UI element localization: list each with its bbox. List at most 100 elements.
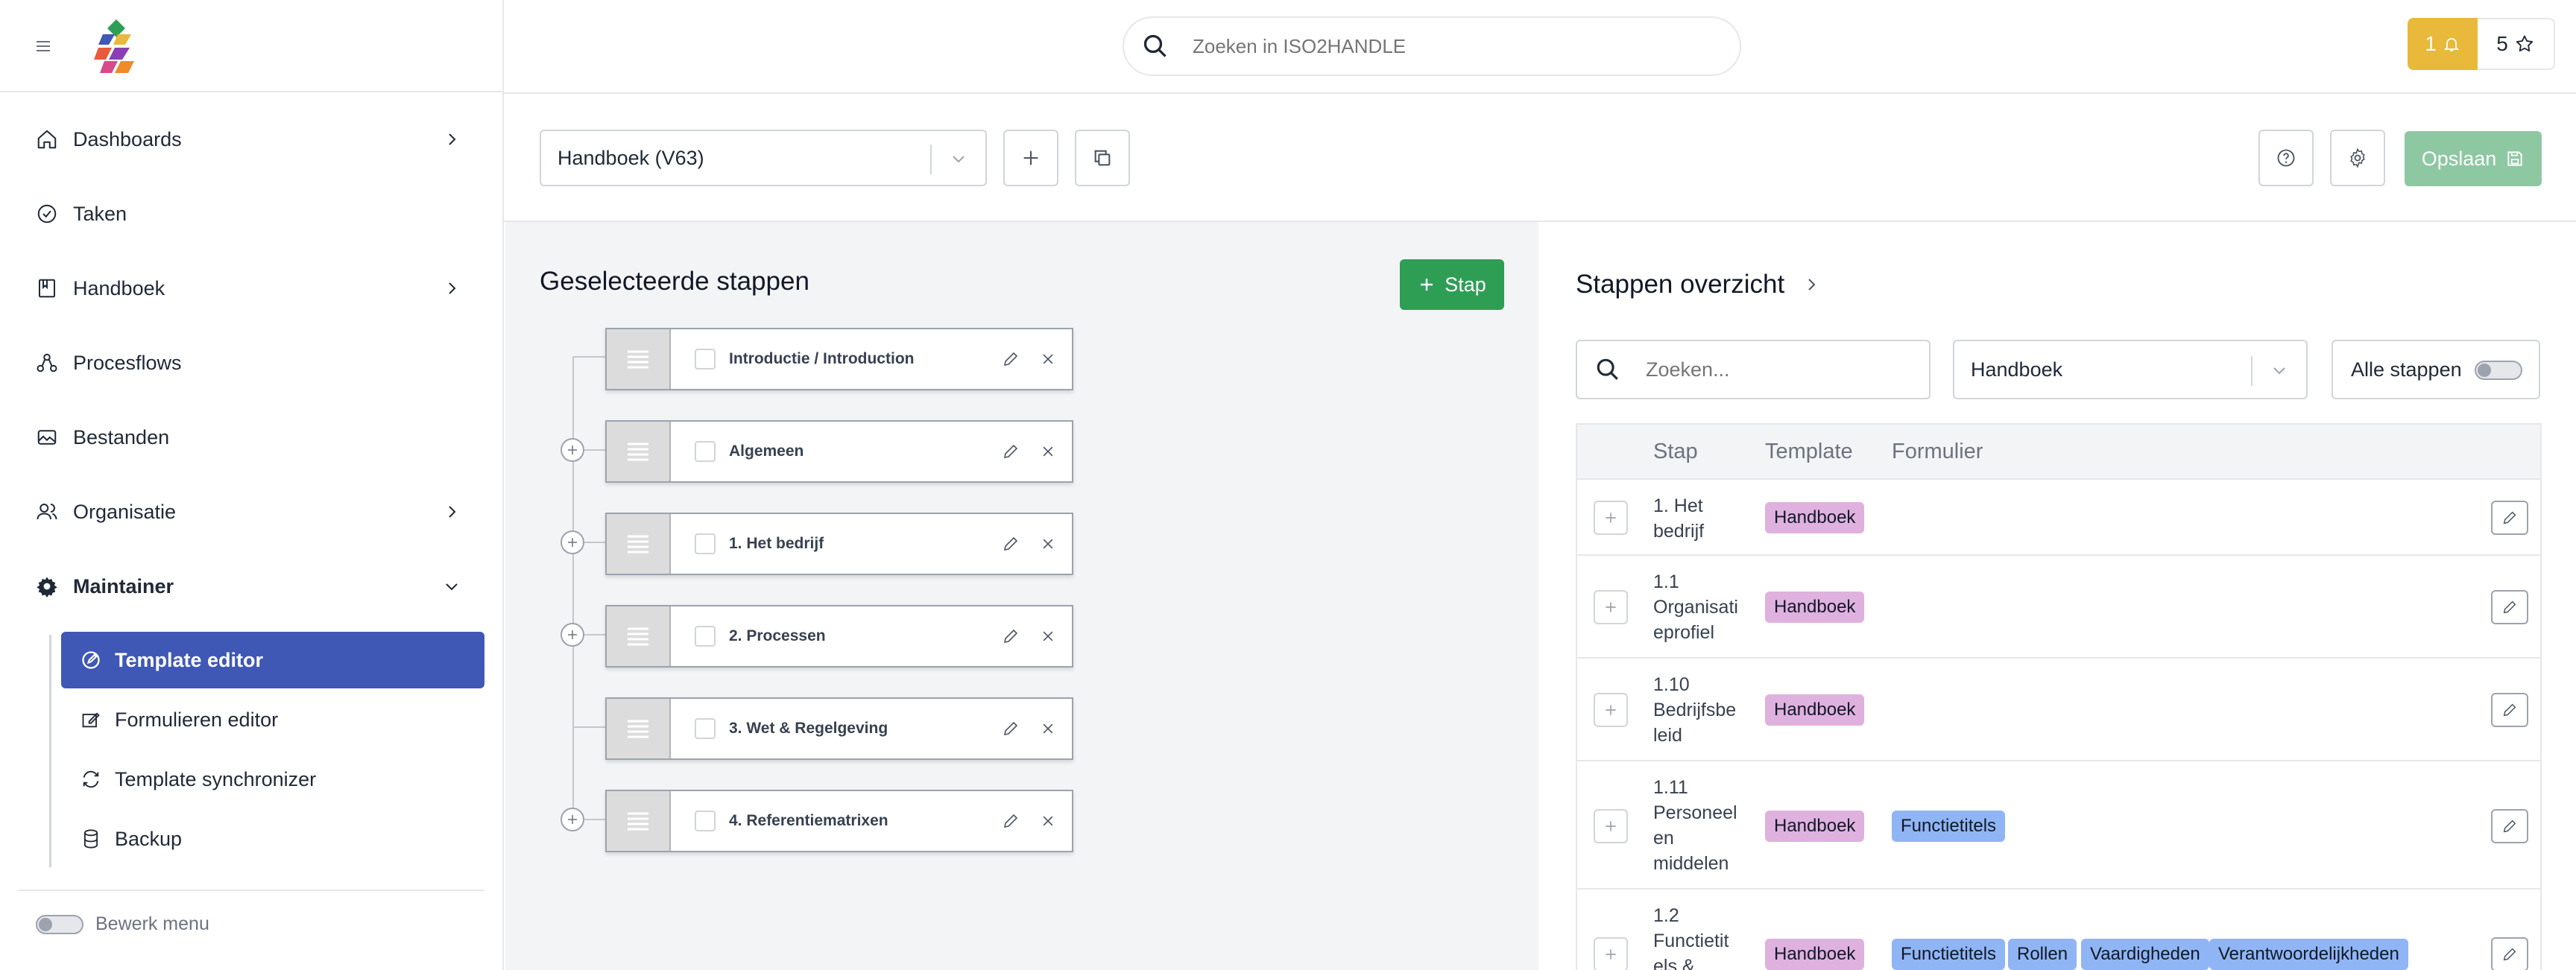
step-card[interactable]: 1. Het bedrijf [605,513,1073,575]
insert-step-button[interactable] [561,623,584,647]
drag-handle[interactable] [607,514,671,574]
sidebar-item-handboek[interactable]: Handboek [36,270,461,307]
template-badge: Handboek [1765,502,1865,533]
pencil-icon[interactable] [1002,535,1020,553]
settings-button[interactable] [2330,130,2385,186]
close-icon[interactable] [1041,721,1055,736]
sidebar-item-organisatie[interactable]: Organisatie [36,493,461,530]
save-button[interactable]: Opslaan [2405,131,2542,186]
step-card[interactable]: 4. Referentiematrixen [605,790,1073,852]
step-card[interactable]: Algemeen [605,420,1073,483]
hamburger-menu-icon[interactable] [34,37,52,55]
close-icon[interactable] [1041,444,1055,459]
tree-connector [572,356,574,821]
add-step-row-button[interactable] [1594,501,1628,535]
duplicate-template-button[interactable] [1075,130,1130,186]
form-badge: Functietitels [1892,939,2006,970]
table-header: Stap Template Formulier [1577,425,2540,480]
sidebar-item-dashboards[interactable]: Dashboards [36,121,461,158]
step-checkbox[interactable] [695,533,716,554]
bewerk-menu-label: Bewerk menu [95,913,209,934]
sidebar-subitem-backup[interactable]: Backup [61,811,484,867]
steps-overview-header[interactable]: Stappen overzicht [1576,270,1820,299]
save-button-label: Opslaan [2421,147,2497,170]
steps-search[interactable] [1576,340,1931,399]
close-icon[interactable] [1041,536,1055,551]
drag-handle[interactable] [607,791,671,851]
drag-handle[interactable] [607,699,671,758]
sidebar-subitem-template-editor[interactable]: Template editor [61,632,484,688]
sidebar-item-taken[interactable]: Taken [36,195,461,232]
close-icon[interactable] [1041,814,1055,828]
add-template-button[interactable] [1003,130,1058,186]
sidebar-item-bestanden[interactable]: Bestanden [36,419,461,456]
template-badge: Handboek [1765,592,1865,623]
drag-handle[interactable] [607,329,671,389]
edit-row-button[interactable] [2491,693,2528,727]
insert-step-button[interactable] [561,530,584,554]
steps-table: Stap Template Formulier 1. Het bedrijf H… [1576,423,2542,970]
step-checkbox[interactable] [695,718,716,739]
table-row: 1.2 Functietit els & Handboek Functietit… [1577,891,2540,970]
insert-step-button[interactable] [561,438,584,462]
edit-row-button[interactable] [2491,809,2528,843]
all-steps-toggle[interactable] [2475,361,2522,380]
add-step-row-button[interactable] [1594,809,1628,843]
home-icon [37,130,57,149]
sidebar-item-label: Procesflows [73,351,182,374]
sidebar-item-maintainer[interactable]: Maintainer [36,568,461,605]
plus-icon [1023,150,1038,165]
column-header-formulier: Formulier [1892,440,1983,463]
edit-row-button[interactable] [2491,590,2528,624]
copy-icon [1094,150,1111,166]
add-step-button[interactable]: Stap [1400,259,1504,310]
pencil-icon[interactable] [1002,627,1020,645]
edit-row-button[interactable] [2491,501,2528,535]
global-search-input[interactable] [1193,34,1699,58]
insert-step-button[interactable] [561,808,584,831]
edit-row-button[interactable] [2491,937,2528,970]
step-checkbox[interactable] [695,626,716,647]
step-checkbox[interactable] [695,441,716,462]
step-card[interactable]: Introductie / Introduction [605,328,1073,390]
pencil-icon[interactable] [1002,443,1020,460]
step-card[interactable]: 3. Wet & Regelgeving [605,697,1073,760]
favorites-button[interactable]: 5 [2478,18,2555,70]
pencil-icon [2503,511,2516,524]
chevron-down-icon [953,156,965,163]
drag-handle[interactable] [607,606,671,666]
pencil-icon[interactable] [1002,720,1020,738]
sidebar-item-procesflows[interactable]: Procesflows [36,344,461,381]
drag-handle-icon [628,443,648,461]
table-row: 1.10 Bedrijfsbe leid Handboek [1577,660,2540,761]
add-step-row-button[interactable] [1594,590,1628,624]
row-stap-line: Functietit [1653,931,1729,951]
close-icon[interactable] [1041,629,1055,644]
drag-handle[interactable] [607,422,671,481]
pencil-icon [2503,600,2516,614]
pencil-icon[interactable] [1002,350,1020,368]
bewerk-menu-toggle[interactable] [36,914,83,934]
pencil-icon[interactable] [1002,812,1020,830]
help-button[interactable] [2258,130,2314,186]
handboek-version-select[interactable]: Handboek (V63) [540,130,987,186]
sidebar-subitem-formulieren-editor[interactable]: Formulieren editor [61,691,484,748]
add-step-row-button[interactable] [1594,937,1628,970]
gear-icon [37,577,57,597]
step-card[interactable]: 2. Processen [605,605,1073,668]
iso2handle-logo[interactable] [92,18,140,75]
steps-filter-select[interactable]: Handboek [1953,340,2308,399]
close-icon[interactable] [1041,352,1055,367]
plus-icon [1606,513,1616,523]
sidebar-item-label: Maintainer [73,574,174,597]
global-search[interactable] [1123,16,1741,76]
add-step-row-button[interactable] [1594,693,1628,727]
sidebar-subitem-template-synchronizer[interactable]: Template synchronizer [61,751,484,808]
select-separator [2251,356,2253,386]
step-checkbox[interactable] [695,349,716,370]
steps-search-input[interactable] [1646,358,1914,381]
notifications-button[interactable]: 1 [2408,18,2478,70]
step-checkbox[interactable] [695,811,716,831]
toggle-knob [39,917,52,931]
pencil-icon [2503,703,2516,717]
